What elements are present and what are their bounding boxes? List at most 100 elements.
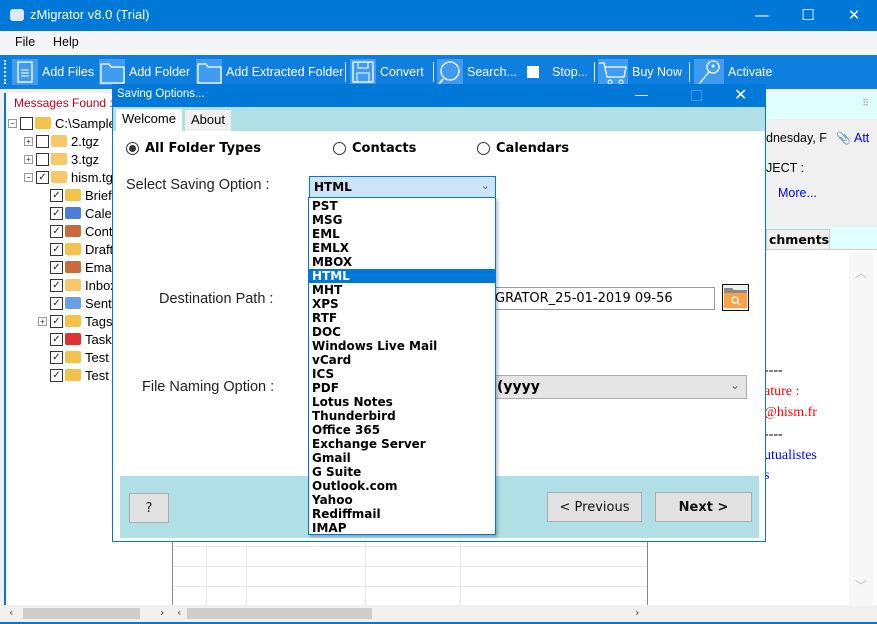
tree-item[interactable]: ✓ Cale xyxy=(50,204,112,222)
tree-item[interactable]: − ✓ hism.tgz xyxy=(24,168,119,186)
dropdown-option[interactable]: XPS xyxy=(309,297,495,311)
collapse-icon[interactable]: − xyxy=(24,172,33,182)
add-extracted-folder-button[interactable]: Add Extracted Folder xyxy=(196,59,343,85)
saving-option-select[interactable]: HTML ⌄ xyxy=(309,176,496,198)
browse-folder-button[interactable] xyxy=(722,284,749,311)
dropdown-option[interactable]: Thunderbird xyxy=(309,409,495,423)
tree-checkbox[interactable]: ✓ xyxy=(50,188,63,202)
dropdown-option[interactable]: EML xyxy=(309,227,495,241)
scroll-right-icon[interactable]: › xyxy=(160,606,164,619)
maximize-button[interactable]: ☐ xyxy=(785,0,831,31)
radio-calendars[interactable]: Calendars xyxy=(477,141,569,156)
tree-checkbox[interactable] xyxy=(20,116,33,130)
tree-item[interactable]: ✓ Draft xyxy=(50,240,113,258)
add-files-button[interactable]: Add Files xyxy=(12,59,94,85)
tree-item[interactable]: ✓ Cont xyxy=(50,222,112,240)
tree-item[interactable]: + ✓ Tags xyxy=(38,312,112,330)
dropdown-option[interactable]: EMLX xyxy=(309,241,495,255)
tree-horizontal-scrollbar[interactable]: ‹ › xyxy=(5,605,171,622)
tab-attachments[interactable]: chments xyxy=(766,229,830,249)
menu-file[interactable]: File xyxy=(15,35,35,49)
dropdown-option[interactable]: G Suite xyxy=(309,465,495,479)
activate-button[interactable]: Activate xyxy=(694,59,772,85)
minimize-button[interactable]: — xyxy=(739,0,785,31)
tree-checkbox[interactable]: ✓ xyxy=(50,278,63,292)
dropdown-option[interactable]: Office 365 xyxy=(309,423,495,437)
dropdown-option[interactable]: Windows Live Mail xyxy=(309,339,495,353)
tree-checkbox[interactable]: ✓ xyxy=(50,242,63,256)
tree-item[interactable]: ✓ Brief xyxy=(50,186,112,204)
dropdown-option[interactable]: IMAP xyxy=(309,521,495,535)
previous-button[interactable]: < Previous xyxy=(547,492,642,522)
tab-welcome[interactable]: Welcome xyxy=(116,109,182,131)
tree-checkbox[interactable]: ✓ xyxy=(50,206,63,220)
dropdown-option[interactable]: MHT xyxy=(309,283,495,297)
expand-icon[interactable]: + xyxy=(38,316,47,326)
dropdown-option[interactable]: Gmail xyxy=(309,451,495,465)
expand-icon[interactable]: + xyxy=(24,154,33,164)
stop-button[interactable]: Stop... xyxy=(527,59,588,85)
dropdown-option[interactable]: PST xyxy=(309,199,495,213)
dropdown-option[interactable]: RTF xyxy=(309,311,495,325)
tree-item[interactable]: +2.tgz xyxy=(24,132,99,150)
dropdown-option[interactable]: Lotus Notes xyxy=(309,395,495,409)
attachments-link[interactable]: Att xyxy=(854,131,869,145)
scroll-left-icon[interactable]: ‹ xyxy=(9,606,13,619)
add-folder-button[interactable]: Add Folder xyxy=(99,59,190,85)
menu-help[interactable]: Help xyxy=(53,35,79,49)
tree-checkbox[interactable]: ✓ xyxy=(50,368,63,382)
destination-path-input[interactable]: GRATOR_25-01-2019 09-56 xyxy=(488,287,715,310)
dropdown-option[interactable]: HTML xyxy=(309,269,495,283)
tree-checkbox[interactable] xyxy=(36,152,49,166)
next-button[interactable]: Next > xyxy=(655,492,752,522)
dropdown-option[interactable]: Exchange Server xyxy=(309,437,495,451)
tree-checkbox[interactable]: ✓ xyxy=(50,260,63,274)
radio-contacts[interactable]: Contacts xyxy=(333,141,416,156)
scroll-up-icon[interactable]: ︿ xyxy=(855,264,867,281)
tree-checkbox[interactable]: ✓ xyxy=(50,314,63,328)
tree-item[interactable]: ✓ Inbox xyxy=(50,276,117,294)
radio-all-folder-types[interactable]: All Folder Types xyxy=(126,141,261,156)
tab-about[interactable]: About xyxy=(185,110,231,131)
tree-checkbox[interactable]: ✓ xyxy=(36,170,49,184)
buy-now-button[interactable]: Buy Now xyxy=(598,59,682,85)
tree-item[interactable]: ✓ Test xyxy=(50,366,109,384)
dropdown-option[interactable]: Outlook.com xyxy=(309,479,495,493)
dropdown-option[interactable]: MSG xyxy=(309,213,495,227)
tree-checkbox[interactable]: ✓ xyxy=(50,332,63,346)
help-button[interactable]: ? xyxy=(129,493,169,523)
close-button[interactable]: ✕ xyxy=(831,0,877,31)
grid-horizontal-scrollbar[interactable]: ‹ › xyxy=(173,605,647,622)
dropdown-option[interactable]: MBOX xyxy=(309,255,495,269)
dropdown-option[interactable]: ICS xyxy=(309,367,495,381)
collapse-icon[interactable]: − xyxy=(8,118,17,128)
expand-icon[interactable]: + xyxy=(24,136,33,146)
tree-item[interactable]: ✓ Test xyxy=(50,348,109,366)
dialog-close-button[interactable]: ✕ xyxy=(734,85,747,105)
tree-checkbox[interactable]: ✓ xyxy=(50,296,63,310)
scrollbar-thumb[interactable] xyxy=(187,608,372,619)
preview-vertical-scrollbar[interactable]: ︿ ﹀ xyxy=(849,252,873,606)
scrollbar-thumb[interactable] xyxy=(23,608,140,619)
tree-checkbox[interactable] xyxy=(36,134,49,148)
toolbar-grip[interactable] xyxy=(4,60,7,84)
dropdown-option[interactable]: DOC xyxy=(309,325,495,339)
dropdown-option[interactable]: Yahoo xyxy=(309,493,495,507)
more-link[interactable]: More... xyxy=(778,186,817,200)
scroll-down-icon[interactable]: ﹀ xyxy=(855,577,867,594)
tree-item[interactable]: ✓ Sent xyxy=(50,294,112,312)
tree-checkbox[interactable]: ✓ xyxy=(50,224,63,238)
tree-item[interactable]: ✓ Ema xyxy=(50,258,112,276)
file-naming-select[interactable]: yyyy) xyxy=(488,375,747,399)
scroll-left-icon[interactable]: ‹ xyxy=(177,606,181,619)
dropdown-option[interactable]: Rediffmail xyxy=(309,507,495,521)
scroll-right-icon[interactable]: › xyxy=(635,606,639,619)
search-button[interactable]: Search... xyxy=(437,59,517,85)
tree-checkbox[interactable]: ✓ xyxy=(50,350,63,364)
dialog-minimize-button[interactable]: — xyxy=(635,87,648,102)
tree-item[interactable]: +3.tgz xyxy=(24,150,99,168)
dropdown-option[interactable]: vCard xyxy=(309,353,495,367)
dropdown-option[interactable]: PDF xyxy=(309,381,495,395)
convert-button[interactable]: Convert xyxy=(350,59,424,85)
tree-item[interactable]: − C:\Sample xyxy=(8,114,116,132)
